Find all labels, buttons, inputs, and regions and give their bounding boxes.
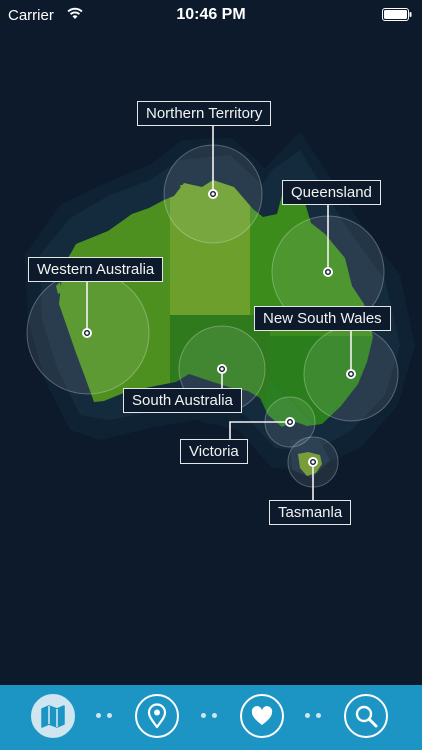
map-tab[interactable] [31, 694, 75, 738]
label-queensland[interactable]: Queensland [282, 180, 381, 205]
map-icon [41, 705, 65, 728]
location-pin-icon [147, 703, 167, 729]
heart-icon [251, 706, 273, 725]
favorites-tab[interactable] [240, 694, 284, 738]
label-western-australia[interactable]: Western Australia [28, 257, 164, 282]
label-south-australia[interactable]: South Australia [123, 388, 242, 413]
search-icon [355, 705, 378, 728]
status-time: 10:46 PM [176, 6, 246, 23]
status-bar: Carrier 10:46 PM [0, 0, 422, 30]
tab-bar [0, 685, 422, 750]
australia-map-graphic [25, 126, 415, 501]
tab-separator-dots [201, 713, 221, 719]
search-tab[interactable] [344, 694, 388, 738]
location-tab[interactable] [135, 694, 179, 738]
label-northern-territory[interactable]: Northern Territory [137, 101, 272, 126]
australia-map[interactable]: Northern Territory Queensland Western Au… [0, 30, 422, 685]
tab-separator-dots [305, 713, 325, 719]
battery-icon [382, 8, 412, 21]
label-tasmania[interactable]: Tasmanla [269, 500, 352, 525]
label-new-south-wales[interactable]: New South Wales [254, 306, 391, 331]
tab-separator-dots [96, 713, 116, 719]
label-victoria[interactable]: Victoria [180, 439, 248, 464]
